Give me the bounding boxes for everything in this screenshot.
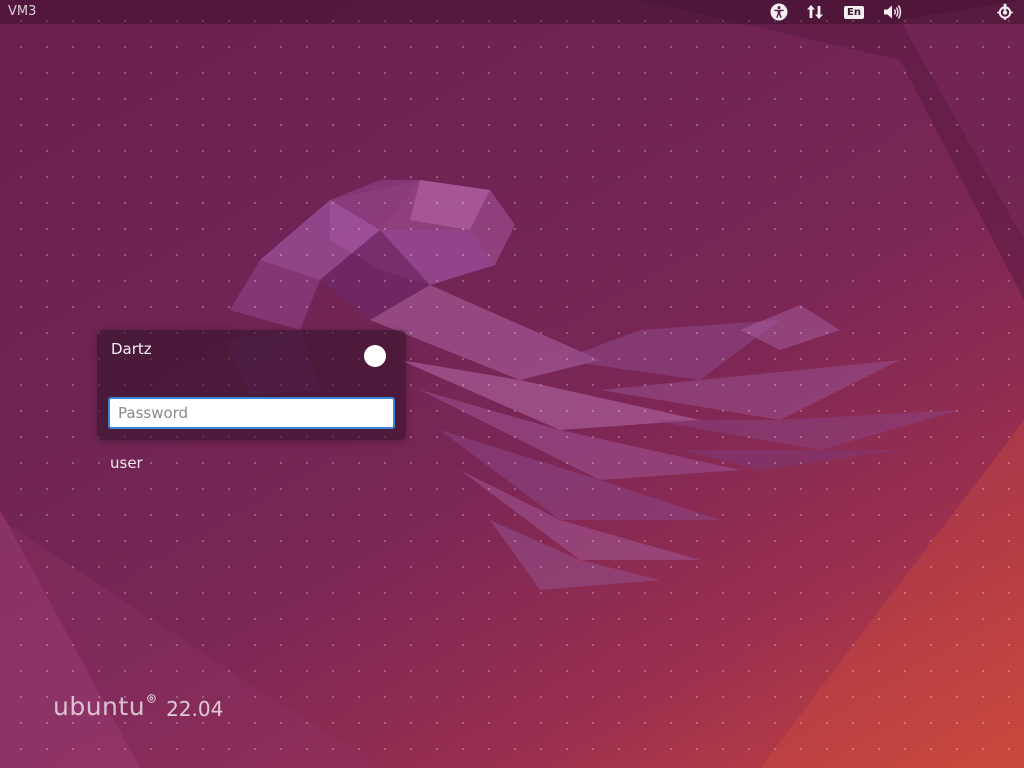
password-input[interactable]	[108, 397, 395, 429]
login-screen: VM3 En Dartz user ubuntu 22.04	[0, 0, 1024, 768]
version-label: 22.04	[166, 697, 224, 721]
power-icon[interactable]	[995, 2, 1015, 22]
brand-name: ubuntu	[53, 692, 146, 721]
ubuntu-logo-icon	[147, 694, 156, 703]
accessibility-icon[interactable]	[769, 2, 789, 22]
ubuntu-branding: ubuntu 22.04	[53, 692, 223, 721]
volume-icon[interactable]	[882, 2, 904, 22]
login-prompt: Dartz	[97, 330, 406, 440]
top-panel: VM3 En	[0, 0, 1024, 24]
keyboard-layout-indicator[interactable]: En	[843, 2, 865, 22]
network-icon[interactable]	[805, 2, 825, 22]
username-label: Dartz	[111, 340, 152, 358]
hostname-label: VM3	[8, 4, 37, 19]
session-selector-button[interactable]	[364, 345, 386, 367]
keyboard-layout-label: En	[844, 5, 864, 19]
user-list-item[interactable]: user	[110, 454, 143, 472]
